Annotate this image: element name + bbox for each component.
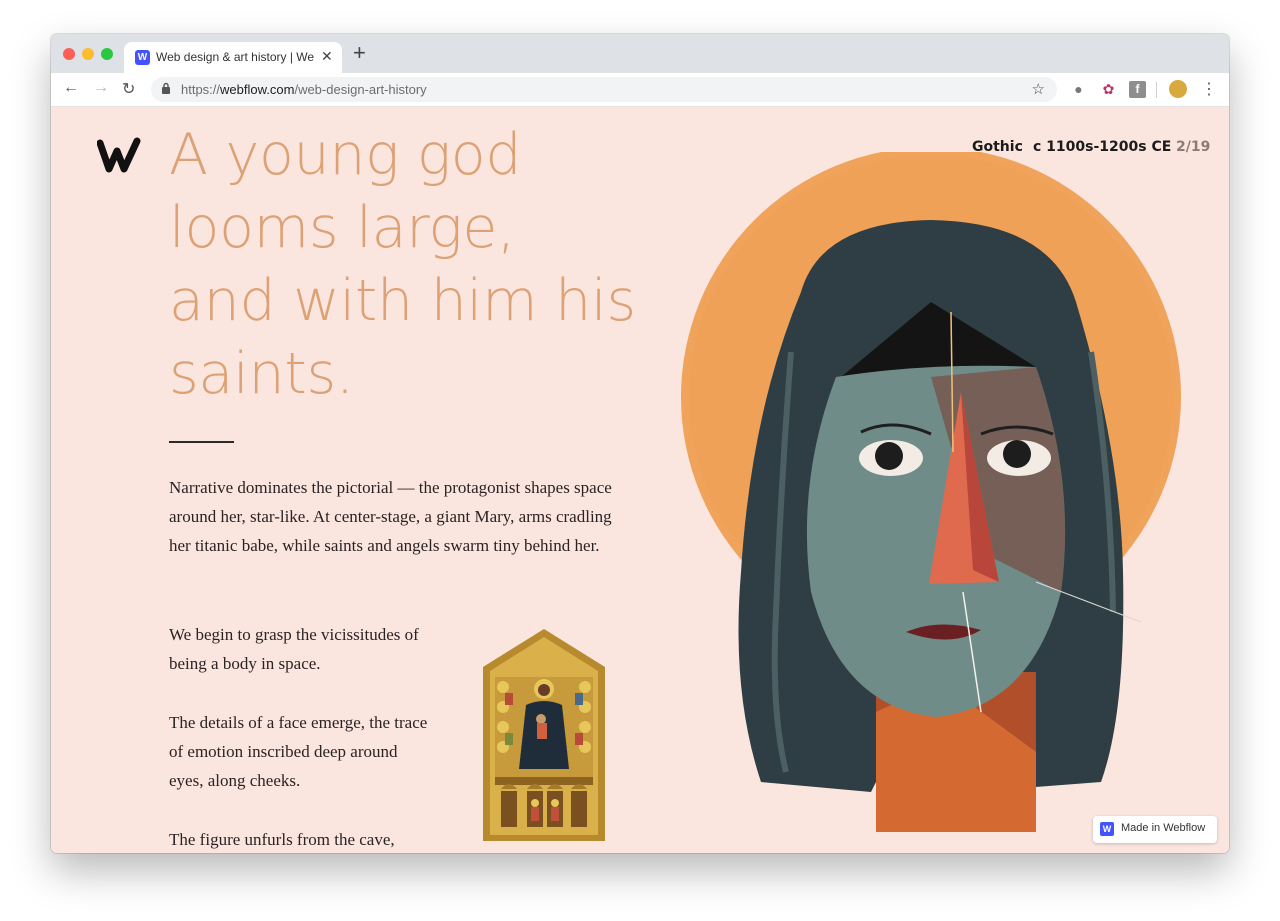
browser-tab[interactable]: W Web design & art history | Webflow ✕ — [124, 42, 342, 73]
maximize-window-button[interactable] — [101, 48, 113, 60]
webflow-badge-icon: W — [1100, 822, 1114, 836]
menu-icon[interactable]: ⋮ — [1201, 79, 1217, 99]
reload-icon[interactable]: ↻ — [122, 79, 135, 99]
back-icon[interactable]: ← — [63, 79, 79, 97]
url-path: /web-design-art-history — [294, 82, 427, 97]
paragraph-figure-unfurls: The figure unfurls from the cave, — [169, 830, 395, 849]
tab-close-icon[interactable]: ✕ — [321, 48, 333, 65]
url-scheme: https:// — [181, 82, 221, 97]
extension-icon[interactable]: ✿ — [1100, 81, 1117, 98]
madonna-painting-image — [483, 629, 605, 841]
forward-icon[interactable]: → — [93, 79, 109, 97]
tab-title: Web design & art history | Webflow — [156, 50, 314, 64]
globe-icon[interactable]: ● — [1070, 81, 1087, 98]
tab-strip: W Web design & art history | Webflow ✕ + — [51, 34, 1229, 73]
close-window-button[interactable] — [63, 48, 75, 60]
profile-avatar[interactable] — [1169, 80, 1187, 98]
address-bar[interactable]: https://webflow.com/web-design-art-histo… — [151, 77, 1057, 102]
lock-icon — [161, 82, 171, 97]
paragraph-face-emerge: The details of a face emerge, the trace … — [169, 713, 428, 790]
divider-rule — [169, 441, 234, 443]
url-host: webflow.com — [220, 82, 295, 97]
page-headline: A young god looms large, and with him hi… — [169, 122, 636, 407]
facebook-icon[interactable]: f — [1129, 81, 1146, 98]
new-tab-button[interactable]: + — [353, 42, 366, 64]
webflow-favicon-icon: W — [135, 50, 150, 65]
paragraph-body-in-space: We begin to grasp the vicissitudes of be… — [169, 625, 419, 673]
minimize-window-button[interactable] — [82, 48, 94, 60]
webflow-logo-icon[interactable] — [97, 137, 141, 175]
saint-portrait-illustration — [681, 152, 1181, 832]
url-text: https://webflow.com/web-design-art-histo… — [181, 82, 427, 97]
paragraph-narrative: Narrative dominates the pictorial — the … — [169, 478, 612, 555]
star-icon[interactable]: ☆ — [1032, 80, 1045, 98]
badge-label: Made in Webflow — [1121, 822, 1206, 834]
browser-toolbar: ← → ↻ https://webflow.com/web-design-art… — [51, 73, 1229, 107]
webpage: A young god looms large, and with him hi… — [51, 107, 1229, 853]
toolbar-divider — [1156, 82, 1157, 98]
browser-window: W Web design & art history | Webflow ✕ +… — [51, 34, 1229, 853]
made-in-webflow-badge[interactable]: W Made in Webflow — [1093, 816, 1217, 843]
